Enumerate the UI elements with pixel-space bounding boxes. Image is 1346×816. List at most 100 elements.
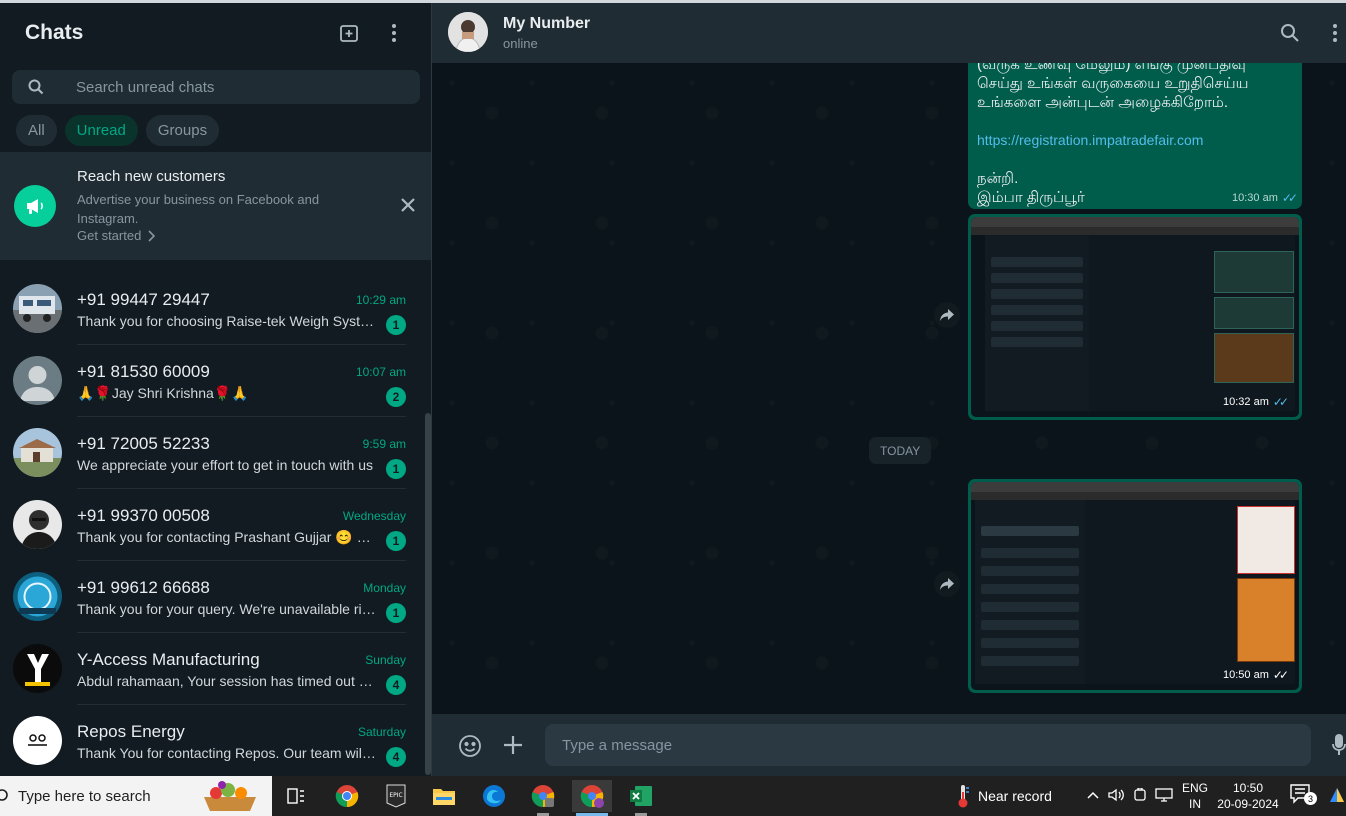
chrome-icon[interactable] xyxy=(327,780,367,812)
message-bubble-outgoing[interactable]: (வருக உணவு மேலும்) எங்கு முன்பதிவு செய்த… xyxy=(968,63,1302,209)
thumb-row xyxy=(981,602,1079,612)
volume-icon[interactable] xyxy=(1107,786,1125,804)
double-check-icon: ✓✓ xyxy=(1272,668,1289,682)
emoji-icon[interactable] xyxy=(458,734,482,758)
attach-plus-icon[interactable] xyxy=(502,734,526,758)
task-view-icon[interactable] xyxy=(276,780,316,812)
taskbar-clock[interactable]: 10:50 20-09-2024 xyxy=(1216,780,1280,812)
clock-time: 10:50 xyxy=(1232,781,1264,795)
thumb-row xyxy=(981,656,1079,666)
battery-icon[interactable] xyxy=(1131,786,1149,804)
image-message-bubble[interactable]: 10:50 am ✓✓ xyxy=(968,479,1302,693)
whatsapp-window: Chats All Unread Groups Reach new custom… xyxy=(0,0,1346,776)
chat-list-item[interactable]: +91 99447 29447 10:29 am Thank you for c… xyxy=(0,273,426,345)
chat-sidebar: Chats All Unread Groups Reach new custom… xyxy=(0,3,432,776)
message-time: 10:30 am xyxy=(1232,192,1278,204)
unread-badge: 1 xyxy=(386,315,406,335)
microphone-icon[interactable] xyxy=(1332,734,1346,758)
screenshot-thumbnail[interactable]: 10:32 am ✓✓ xyxy=(971,217,1299,417)
thumb-url-bar xyxy=(971,492,1299,500)
weather-text: Near record xyxy=(978,788,1052,804)
unread-badge: 1 xyxy=(386,603,406,623)
chat-list: +91 99447 29447 10:29 am Thank you for c… xyxy=(0,273,426,776)
chat-name: +91 99612 66688 xyxy=(77,578,210,597)
chrome-active-icon[interactable] xyxy=(572,780,612,816)
chat-info: +91 72005 52233 9:59 am We appreciate yo… xyxy=(77,417,406,489)
chevron-up-icon[interactable] xyxy=(1084,786,1102,804)
promo-banner[interactable]: Reach new customers Advertise your busin… xyxy=(0,152,431,260)
chat-name: +91 99370 00508 xyxy=(77,506,210,525)
taskbar-search-placeholder: Type here to search xyxy=(18,787,151,805)
filter-groups[interactable]: Groups xyxy=(145,115,220,146)
network-icon[interactable] xyxy=(1155,786,1173,804)
chat-preview: We appreciate your effort to get in touc… xyxy=(77,457,373,473)
message-time: 10:32 am xyxy=(1223,396,1269,408)
chat-info: +91 81530 60009 10:07 am 🙏🌹Jay Shri Kris… xyxy=(77,345,406,417)
chat-time: 10:29 am xyxy=(355,293,406,307)
promo-get-started[interactable]: Get started xyxy=(77,228,156,243)
filter-all[interactable]: All xyxy=(16,115,57,146)
epic-games-icon[interactable]: EPIC xyxy=(376,780,416,812)
message-line: செய்து உங்கள் வருகையை உறுதிசெய்ய xyxy=(977,75,1249,92)
search-input[interactable] xyxy=(76,78,376,96)
message-line: நன்றி. xyxy=(977,170,1019,187)
thumb-browser-tabs xyxy=(971,217,1299,227)
excel-icon[interactable] xyxy=(621,780,661,816)
copilot-icon[interactable] xyxy=(1328,786,1346,804)
menu-icon[interactable] xyxy=(382,21,406,45)
image-message-bubble[interactable]: 10:32 am ✓✓ xyxy=(968,214,1302,420)
language-indicator[interactable]: ENG IN xyxy=(1180,780,1210,812)
language-region: IN xyxy=(1189,797,1201,811)
message-link[interactable]: https://registration.impatradefair.com xyxy=(977,131,1293,150)
chat-list-item[interactable]: +91 72005 52233 9:59 am We appreciate yo… xyxy=(0,417,426,489)
chat-list-item[interactable]: +91 99370 00508 Wednesday Thank you for … xyxy=(0,489,426,561)
chat-list-item[interactable]: +91 99612 66688 Monday Thank you for you… xyxy=(0,561,426,633)
chat-preview: Abdul rahamaan, Your session has timed o… xyxy=(77,673,377,689)
search-icon[interactable] xyxy=(1280,23,1300,43)
chat-name: Y-Access Manufacturing xyxy=(77,650,260,669)
screenshot-thumbnail[interactable]: 10:50 am ✓✓ xyxy=(971,482,1299,690)
forward-icon[interactable] xyxy=(934,302,960,328)
close-icon[interactable] xyxy=(398,195,418,215)
thumb-poster xyxy=(1237,578,1295,662)
conversation-header[interactable]: My Number online xyxy=(432,3,1346,63)
chat-info: Y-Access Manufacturing Sunday Abdul raha… xyxy=(77,633,406,705)
file-explorer-icon[interactable] xyxy=(424,780,464,812)
megaphone-icon xyxy=(14,185,56,227)
thumb-row xyxy=(981,584,1079,594)
contact-status: online xyxy=(503,36,538,51)
chat-list-scrollbar[interactable] xyxy=(425,413,431,775)
thumb-row xyxy=(991,289,1083,299)
search-bar[interactable] xyxy=(12,70,420,104)
chrome-profile-icon[interactable] xyxy=(523,780,563,816)
menu-icon[interactable] xyxy=(1332,23,1342,47)
new-chat-icon[interactable] xyxy=(338,21,362,45)
message-input[interactable] xyxy=(545,724,1311,766)
message-line: (வருக உணவு மேலும்) எங்கு முன்பதிவு xyxy=(977,63,1246,73)
avatar xyxy=(13,356,62,405)
chat-list-item[interactable]: +91 81530 60009 10:07 am 🙏🌹Jay Shri Kris… xyxy=(0,345,426,417)
thumb-row xyxy=(981,548,1079,558)
thumb-image xyxy=(1214,297,1294,329)
taskbar-search[interactable]: Type here to search xyxy=(0,776,272,816)
svg-text:EPIC: EPIC xyxy=(389,792,402,799)
notification-center-icon[interactable]: 3 xyxy=(1290,784,1317,808)
chat-info: Repos Energy Saturday Thank You for cont… xyxy=(77,705,406,776)
message-area[interactable]: (வருக உணவு மேலும்) எங்கு முன்பதிவு செய்த… xyxy=(432,63,1346,714)
chat-filters: All Unread Groups xyxy=(16,115,220,146)
avatar xyxy=(448,12,488,52)
thumb-row xyxy=(981,526,1079,536)
chat-list-item[interactable]: Y-Access Manufacturing Sunday Abdul raha… xyxy=(0,633,426,705)
unread-badge: 1 xyxy=(386,531,406,551)
thumb-row xyxy=(991,337,1083,347)
chat-preview: Thank you for choosing Raise-tek Weigh S… xyxy=(77,313,377,329)
edge-icon[interactable] xyxy=(474,780,514,812)
chat-preview: Thank you for your query. We're unavaila… xyxy=(77,601,377,617)
filter-unread[interactable]: Unread xyxy=(64,115,138,146)
forward-icon[interactable] xyxy=(934,571,960,597)
chat-list-item[interactable]: Repos Energy Saturday Thank You for cont… xyxy=(0,705,426,776)
avatar xyxy=(13,284,62,333)
chat-preview: Thank you for contacting Prashant Gujjar… xyxy=(77,529,377,545)
sidebar-header: Chats xyxy=(0,3,431,63)
taskbar-weather[interactable]: Near record xyxy=(956,784,1052,808)
